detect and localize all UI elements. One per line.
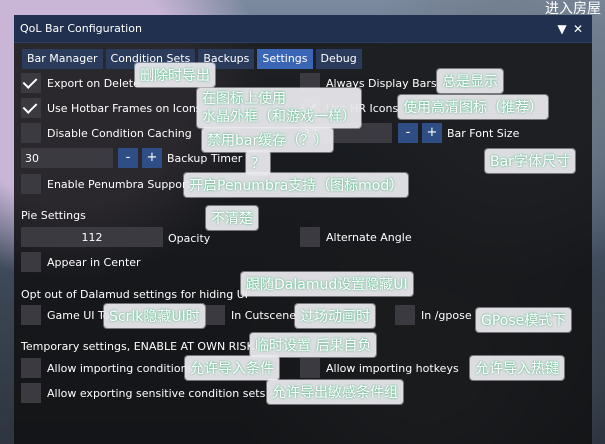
import-conditions-label: Allow importing conditions <box>47 361 194 375</box>
annotation-hr-icons: 使用高清图标（推荐） <box>398 95 548 119</box>
annotation-pie-unclear: 不清楚 <box>206 206 258 230</box>
tab-debug[interactable]: Debug <box>315 49 362 69</box>
export-on-delete-row[interactable]: Export on Delete <box>21 73 140 93</box>
annotation-import-conditions: 允许导入条件 <box>185 356 279 380</box>
annotation-font-size: Bar字体尺寸 <box>485 149 575 173</box>
annotation-follow-dalamud: 跟随Dalamud设置隐藏UI <box>241 272 413 296</box>
annotation-penumbra: 开启Penumbra支持（图标mod） <box>184 173 409 197</box>
backup-timer-input[interactable]: 30 <box>21 148 113 168</box>
tab-settings[interactable]: Settings <box>257 49 313 69</box>
game-ui-checkbox[interactable] <box>21 305 41 325</box>
tab-bar-manager[interactable]: Bar Manager <box>22 49 103 69</box>
hotbar-frames-checkbox[interactable] <box>21 98 41 118</box>
import-conditions-row[interactable]: Allow importing conditions <box>21 358 193 378</box>
appear-center-label: Appear in Center <box>47 255 141 269</box>
in-gpose-label: In /gpose <box>421 308 472 322</box>
import-hotkeys-row[interactable]: Allow importing hotkeys <box>300 358 459 378</box>
penumbra-checkbox[interactable] <box>21 174 41 194</box>
in-cutscene-checkbox[interactable] <box>205 305 225 325</box>
penumbra-label: Enable Penumbra Support <box>47 177 191 191</box>
font-size-plus-button[interactable]: + <box>422 123 442 143</box>
collapse-icon[interactable]: ▼ <box>554 22 570 36</box>
backup-timer-label: Backup Timer <box>167 152 243 165</box>
in-cutscene-row[interactable]: In Cutscene <box>205 305 296 325</box>
annotation-gpose: GPose模式下 <box>476 308 572 332</box>
export-sensitive-label: Allow exporting sensitive condition sets <box>47 386 266 400</box>
disable-caching-checkbox[interactable] <box>21 123 41 143</box>
annotation-export-delete: 删除时导出 <box>135 63 215 87</box>
annotation-temporary: 临时设置 后果自负 <box>250 333 377 357</box>
opacity-slider[interactable]: 112 <box>21 227 163 247</box>
annotation-cutscene: 过场动画时 <box>295 304 375 328</box>
annotation-hotbar-frames: 在图标上使用 水晶外框（和游戏一样） <box>197 88 361 128</box>
hotbar-frames-row[interactable]: Use Hotbar Frames on Icons <box>21 98 202 118</box>
appear-center-row[interactable]: Appear in Center <box>21 252 141 272</box>
title-bar[interactable]: QoL Bar Configuration ▼ ✕ <box>14 15 592 43</box>
import-hotkeys-label: Allow importing hotkeys <box>326 361 459 375</box>
annotation-disable-cache: 禁用bar缓存（？） <box>202 128 334 152</box>
penumbra-row[interactable]: Enable Penumbra Support <box>21 174 191 194</box>
game-ui-label: Game UI To <box>47 308 110 322</box>
dalamud-heading: Opt out of Dalamud settings for hiding U… <box>21 288 249 301</box>
alternate-angle-checkbox[interactable] <box>300 227 320 247</box>
alternate-angle-row[interactable]: Alternate Angle <box>300 227 412 247</box>
annotation-scrlk: Scrlk隐藏UI时 <box>104 304 205 328</box>
backup-timer-minus-button[interactable]: - <box>118 148 138 168</box>
annotation-import-hotkeys: 允许导入热键 <box>470 356 564 380</box>
import-conditions-checkbox[interactable] <box>21 358 41 378</box>
font-size-minus-button[interactable]: - <box>398 123 418 143</box>
alternate-angle-label: Alternate Angle <box>326 230 412 244</box>
export-on-delete-checkbox[interactable] <box>21 73 41 93</box>
opacity-label: Opacity <box>168 232 211 245</box>
export-sensitive-checkbox[interactable] <box>21 383 41 403</box>
appear-center-checkbox[interactable] <box>21 252 41 272</box>
in-gpose-row[interactable]: In /gpose <box>395 305 472 325</box>
pie-settings-heading: Pie Settings <box>21 209 86 222</box>
disable-caching-row[interactable]: Disable Condition Caching <box>21 123 192 143</box>
hotbar-frames-label: Use Hotbar Frames on Icons <box>47 101 202 115</box>
annotation-export-sensitive: 允许导出敏感条件组 <box>267 380 403 404</box>
in-cutscene-label: In Cutscene <box>231 308 296 322</box>
import-hotkeys-checkbox[interactable] <box>300 358 320 378</box>
export-on-delete-label: Export on Delete <box>47 76 140 90</box>
window-title: QoL Bar Configuration <box>20 22 142 35</box>
bar-font-size-label: Bar Font Size <box>447 127 520 140</box>
export-sensitive-row[interactable]: Allow exporting sensitive condition sets <box>21 383 265 403</box>
backup-timer-plus-button[interactable]: + <box>142 148 162 168</box>
close-icon[interactable]: ✕ <box>570 22 586 36</box>
annotation-always-display: 总是显示 <box>437 69 503 93</box>
disable-caching-label: Disable Condition Caching <box>47 126 192 140</box>
game-ui-row[interactable]: Game UI To <box>21 305 110 325</box>
annotation-backup-q: ？ <box>246 151 270 175</box>
temporary-heading: Temporary settings, ENABLE AT OWN RISK <box>21 340 254 353</box>
in-gpose-checkbox[interactable] <box>395 305 415 325</box>
